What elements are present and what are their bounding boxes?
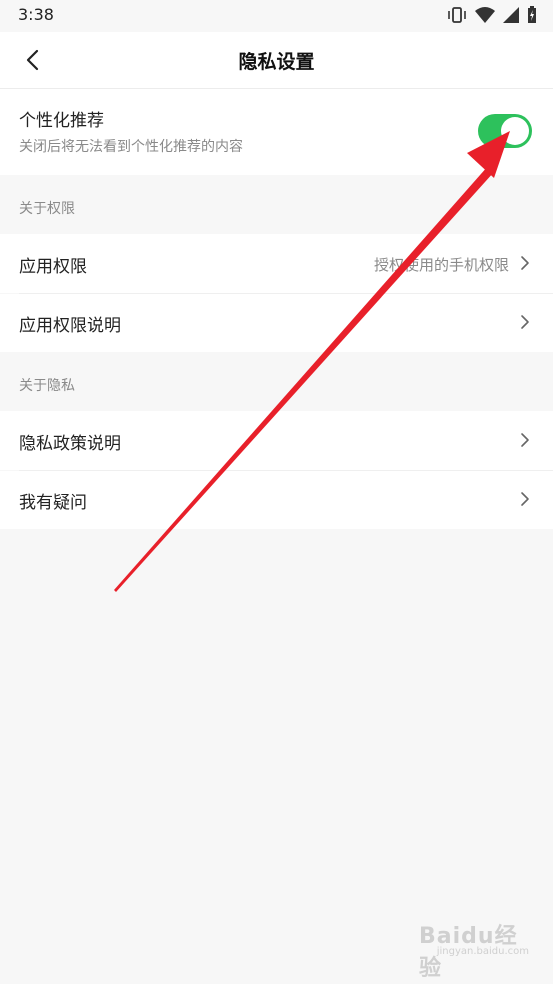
privacy-section-header: 关于隐私	[19, 378, 75, 394]
permissions-section-header: 关于权限	[19, 201, 75, 217]
app-permissions-label: 应用权限	[19, 257, 87, 277]
status-icons	[447, 6, 537, 24]
app-permissions-explanation-row[interactable]: 应用权限说明	[0, 294, 553, 352]
battery-charging-icon	[528, 6, 536, 23]
app-permissions-row[interactable]: 应用权限 授权使用的手机权限	[0, 234, 553, 293]
privacy-policy-row[interactable]: 隐私政策说明	[0, 411, 553, 470]
status-bar: 3:38	[0, 0, 553, 32]
privacy-policy-label: 隐私政策说明	[19, 434, 121, 454]
toggle-knob	[501, 117, 529, 145]
signal-icon	[503, 7, 519, 23]
personalized-label: 个性化推荐	[19, 111, 104, 131]
personalized-recommendation-row: 个性化推荐 关闭后将无法看到个性化推荐的内容	[0, 89, 553, 175]
status-time: 3:38	[18, 5, 54, 24]
vibrate-icon	[448, 7, 466, 23]
faq-row[interactable]: 我有疑问	[0, 471, 553, 529]
watermark-logo: Baidu经验 jingyan.baidu.com	[419, 918, 529, 981]
faq-label: 我有疑问	[19, 493, 87, 513]
wifi-icon	[475, 7, 495, 23]
app-permissions-value: 授权使用的手机权限	[373, 256, 509, 274]
chevron-right-icon	[521, 256, 529, 270]
chevron-right-icon	[521, 315, 529, 329]
personalized-description: 关闭后将无法看到个性化推荐的内容	[19, 139, 243, 155]
nav-bar: 隐私设置	[0, 32, 553, 89]
personalized-toggle[interactable]	[478, 114, 532, 148]
watermark-sub: jingyan.baidu.com	[436, 946, 529, 957]
page-title: 隐私设置	[238, 51, 315, 73]
chevron-right-icon	[521, 433, 529, 447]
chevron-right-icon	[521, 492, 529, 506]
app-permissions-explanation-label: 应用权限说明	[19, 316, 121, 336]
